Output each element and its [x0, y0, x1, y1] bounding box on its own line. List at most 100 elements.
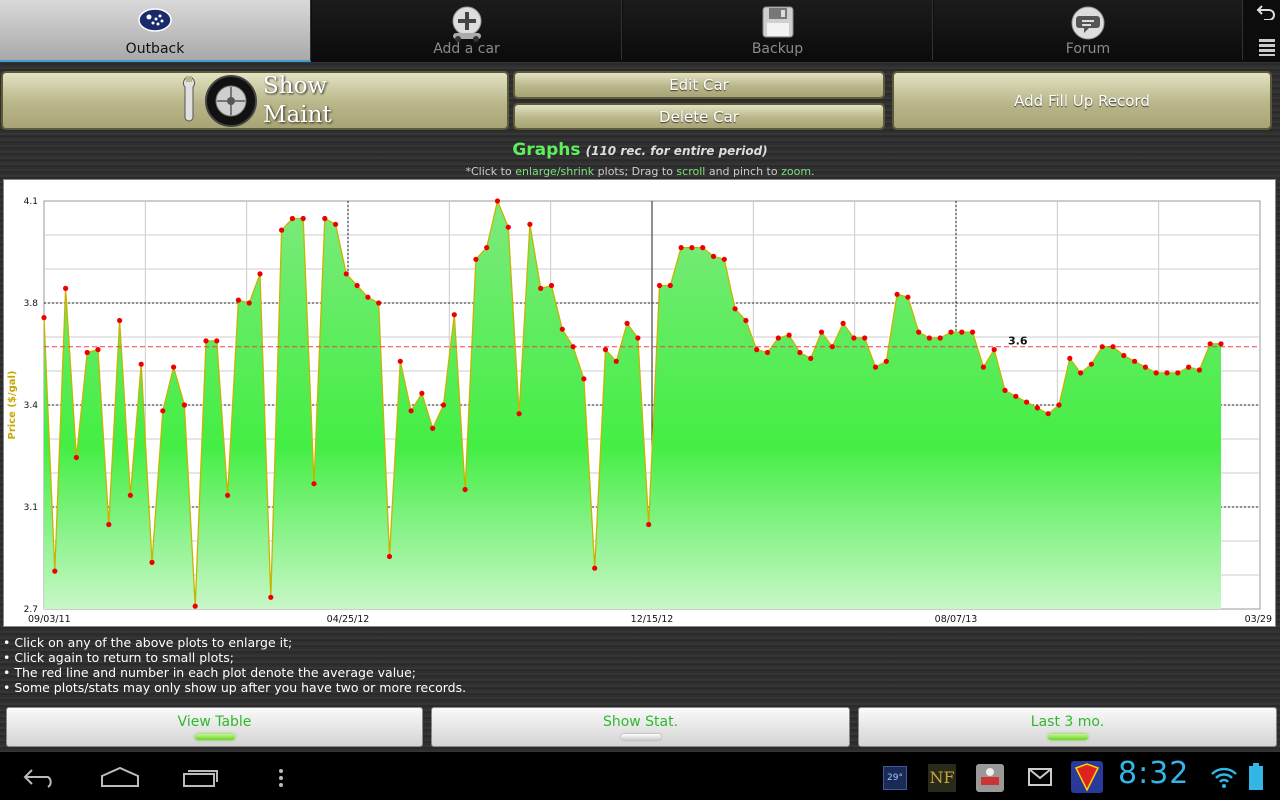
graph-title: Graphs (110 rec. for entire period): [0, 140, 1280, 160]
nf-notification-icon[interactable]: NF: [928, 764, 956, 792]
back-arrow-icon[interactable]: [1256, 4, 1276, 20]
data-point: [840, 320, 846, 326]
data-point: [268, 594, 274, 600]
data-point: [808, 355, 814, 361]
nav-recent-apps-icon[interactable]: [182, 766, 220, 788]
price-chart[interactable]: 4.1 3.8 3.4 3.1 2.7 09/03/11 04/25/12 12/15/12 0…: [3, 179, 1276, 627]
data-point: [1196, 367, 1202, 373]
data-point: [419, 390, 425, 396]
last-3-mo-button[interactable]: Last 3 mo.: [858, 707, 1277, 747]
data-point: [538, 285, 544, 291]
data-point: [732, 306, 738, 312]
data-point: [408, 408, 414, 414]
data-point: [1045, 411, 1051, 417]
data-point: [505, 224, 511, 230]
note-text: The red line and number in each plot den…: [14, 665, 416, 680]
data-point: [1186, 364, 1192, 370]
hint-scroll: scroll: [676, 165, 706, 178]
delete-car-button[interactable]: Delete Car: [513, 103, 885, 130]
data-point: [635, 335, 641, 341]
note-item: • Some plots/stats may only show up afte…: [3, 680, 467, 695]
hint-enlarge: enlarge/shrink: [515, 165, 595, 178]
graph-title-text: Graphs: [512, 140, 581, 160]
nav-home-icon[interactable]: [100, 766, 140, 788]
data-point: [1024, 399, 1030, 405]
data-point: [602, 347, 609, 353]
show-maint-label: Show Maint: [263, 72, 332, 128]
show-maint-button[interactable]: Show Maint: [1, 71, 509, 130]
data-point: [225, 492, 231, 498]
battery-icon: [1249, 763, 1263, 790]
note-text: Click on any of the above plots to enlar…: [14, 635, 293, 650]
data-point: [73, 454, 79, 461]
data-point: [160, 408, 166, 414]
data-point: [980, 364, 987, 370]
add-car-icon: [452, 6, 481, 42]
data-point: [257, 271, 263, 277]
nav-back-icon[interactable]: [22, 768, 58, 788]
data-point: [289, 215, 295, 222]
data-point: [559, 326, 565, 332]
data-point: [970, 329, 976, 335]
data-point: [872, 364, 879, 370]
show-stat-label: Show Stat.: [602, 714, 679, 730]
data-point: [851, 335, 857, 341]
app-notification-icon[interactable]: [975, 763, 1005, 793]
data-point: [700, 245, 706, 251]
gmail-icon[interactable]: [1028, 768, 1052, 786]
nav-menu-icon[interactable]: [278, 768, 284, 788]
superman-app-icon[interactable]: [1070, 760, 1104, 794]
data-point: [41, 315, 47, 321]
data-point: [1088, 361, 1094, 367]
tab-forum[interactable]: Forum: [934, 0, 1243, 60]
tab-add-a-car[interactable]: Add a car: [312, 0, 622, 60]
overflow-menu-icon[interactable]: [1258, 38, 1276, 56]
y-tick-label: 3.8: [24, 299, 39, 309]
note-item: • The red line and number in each plot d…: [3, 665, 416, 680]
data-point: [95, 347, 101, 353]
data-point: [1110, 344, 1116, 350]
data-point: [246, 300, 252, 306]
data-point: [646, 521, 652, 528]
data-point: [333, 221, 339, 227]
edit-car-button[interactable]: Edit Car: [513, 71, 885, 99]
data-point: [138, 361, 144, 367]
y-axis-label: Price ($/gal): [7, 371, 18, 440]
data-point: [52, 568, 58, 574]
data-point: [1078, 370, 1084, 376]
data-point: [883, 358, 889, 364]
data-point: [764, 349, 771, 356]
data-point: [797, 349, 803, 356]
data-point: [613, 358, 619, 364]
graph-hint: *Click to enlarge/shrink plots; Drag to …: [0, 165, 1280, 178]
data-point: [548, 282, 555, 289]
tab-backup[interactable]: Backup: [623, 0, 933, 60]
data-point: [365, 294, 371, 300]
weather-notification-icon[interactable]: 29°: [883, 766, 907, 790]
price-chart-svg[interactable]: 4.13.83.43.12.709/03/11 04/25/12 12/15/12 0…: [4, 180, 1275, 626]
data-point: [343, 271, 349, 277]
data-point: [624, 320, 630, 326]
data-point: [678, 245, 684, 251]
data-point: [451, 312, 457, 318]
hint-text: plots; Drag to: [594, 165, 677, 178]
data-point: [516, 411, 522, 417]
hint-text: .: [811, 165, 815, 178]
delete-car-label: Delete Car: [659, 107, 739, 126]
tab-label: Backup: [751, 41, 804, 57]
tab-label: Add a car: [433, 41, 500, 57]
y-tick-label: 3.4: [24, 401, 39, 411]
data-point: [117, 317, 123, 324]
tab-bar: Outback Add a car Backup Forum: [0, 0, 1280, 62]
data-point: [214, 338, 220, 344]
show-stat-button[interactable]: Show Stat.: [431, 707, 850, 747]
note-text: Click again to return to small plots;: [14, 650, 234, 665]
data-point: [786, 332, 792, 338]
add-fill-up-record-button[interactable]: Add Fill Up Record: [892, 71, 1272, 130]
view-table-button[interactable]: View Table: [6, 707, 423, 747]
data-point: [473, 256, 479, 262]
data-point: [181, 402, 187, 408]
tab-outback[interactable]: Outback: [0, 0, 311, 62]
forum-chat-icon: [1071, 6, 1105, 40]
data-point: [300, 215, 306, 222]
